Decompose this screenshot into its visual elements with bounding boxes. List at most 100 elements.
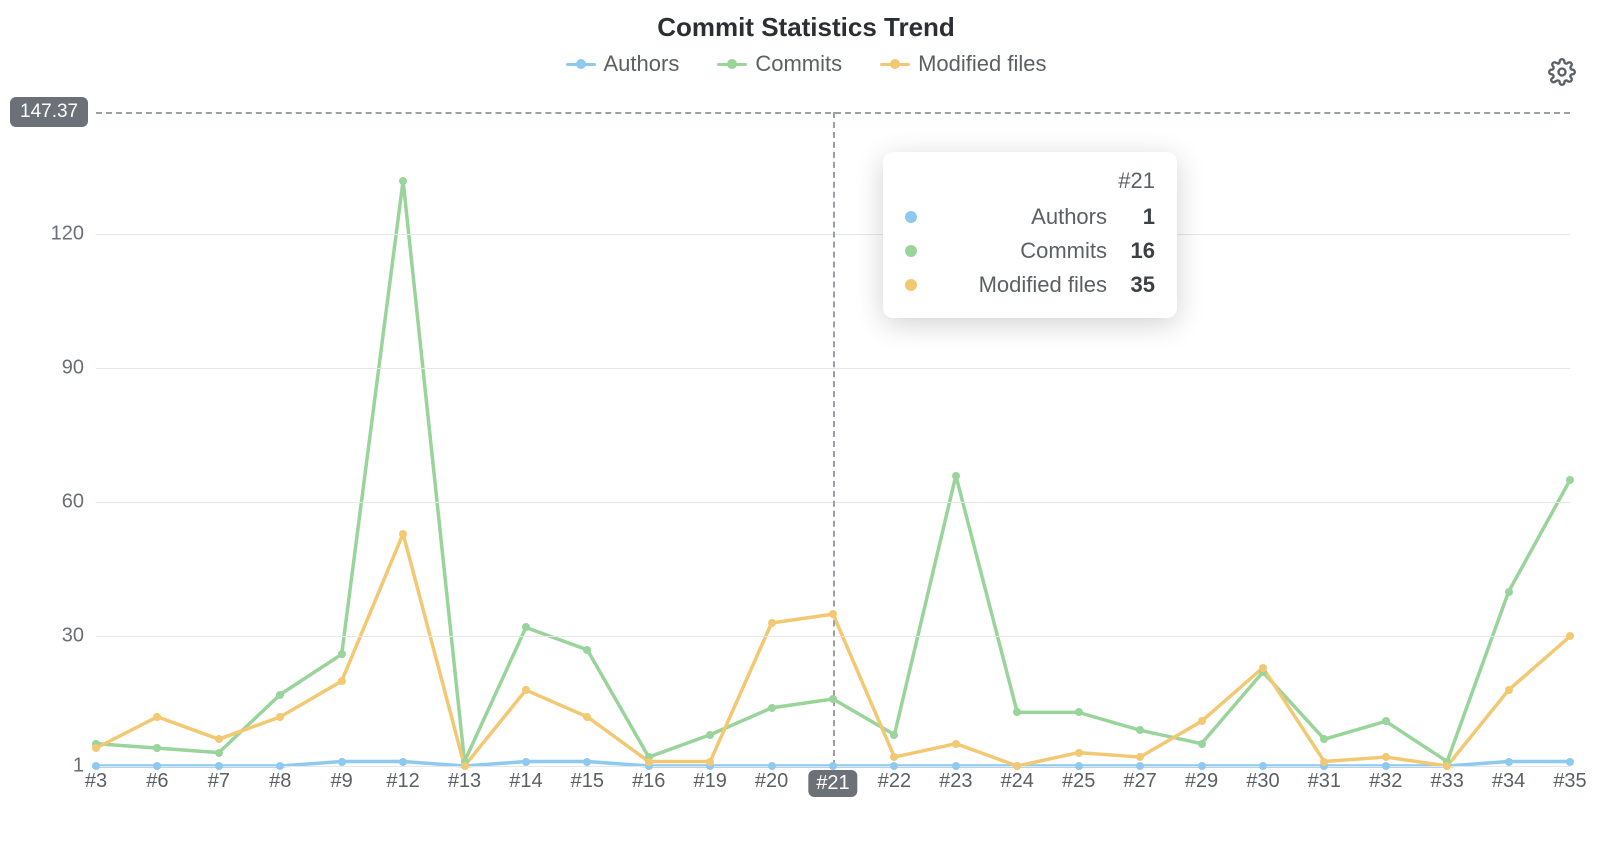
hover-vertical-line <box>833 112 835 766</box>
data-point[interactable] <box>890 762 898 770</box>
x-tick-label: #19 <box>693 770 726 793</box>
data-point[interactable] <box>706 731 714 739</box>
chart-legend: Authors Commits Modified files <box>0 51 1612 77</box>
x-tick-label: #21 <box>808 770 857 797</box>
data-point[interactable] <box>1505 686 1513 694</box>
data-point[interactable] <box>1198 717 1206 725</box>
data-point[interactable] <box>1075 762 1083 770</box>
data-point[interactable] <box>215 749 223 757</box>
data-point[interactable] <box>829 762 837 770</box>
x-tick-label: #32 <box>1369 770 1402 793</box>
tooltip-value: 16 <box>1121 238 1155 264</box>
data-point[interactable] <box>829 695 837 703</box>
data-point[interactable] <box>522 758 530 766</box>
data-point[interactable] <box>399 530 407 538</box>
data-point[interactable] <box>153 762 161 770</box>
legend-item-commits[interactable]: Commits <box>717 51 842 77</box>
data-point[interactable] <box>522 686 530 694</box>
data-point[interactable] <box>276 713 284 721</box>
mean-badge: 147.37 <box>10 97 88 127</box>
x-tick-label: #7 <box>208 770 230 793</box>
data-point[interactable] <box>768 704 776 712</box>
data-point[interactable] <box>215 762 223 770</box>
tooltip-value: 1 <box>1121 204 1155 230</box>
data-point[interactable] <box>92 744 100 752</box>
data-point[interactable] <box>399 758 407 766</box>
x-tick-label: #12 <box>386 770 419 793</box>
data-point[interactable] <box>768 619 776 627</box>
data-point[interactable] <box>1075 749 1083 757</box>
data-point[interactable] <box>92 762 100 770</box>
data-point[interactable] <box>338 677 346 685</box>
data-point[interactable] <box>1259 762 1267 770</box>
data-point[interactable] <box>952 762 960 770</box>
data-point[interactable] <box>1259 664 1267 672</box>
data-point[interactable] <box>1013 708 1021 716</box>
data-point[interactable] <box>276 762 284 770</box>
data-point[interactable] <box>1443 762 1451 770</box>
x-tick-label: #29 <box>1185 770 1218 793</box>
data-point[interactable] <box>1075 708 1083 716</box>
data-point[interactable] <box>1382 753 1390 761</box>
chart-plot-area[interactable]: #3#6#7#8#9#12#13#14#15#16#19#20#21#22#23… <box>96 112 1570 766</box>
tooltip-swatch <box>905 211 917 223</box>
data-point[interactable] <box>1382 762 1390 770</box>
data-point[interactable] <box>645 758 653 766</box>
chart-tooltip: #21Authors1Commits16Modified files35 <box>883 152 1177 318</box>
data-point[interactable] <box>153 744 161 752</box>
gear-icon <box>1548 73 1576 90</box>
tooltip-title: #21 <box>905 168 1155 194</box>
data-point[interactable] <box>1136 762 1144 770</box>
data-point[interactable] <box>829 610 837 618</box>
x-tick-label: #35 <box>1553 770 1586 793</box>
legend-item-modified[interactable]: Modified files <box>880 51 1046 77</box>
data-point[interactable] <box>768 762 776 770</box>
data-point[interactable] <box>952 740 960 748</box>
data-point[interactable] <box>215 735 223 743</box>
y-tick-label: 1 <box>73 755 84 778</box>
data-point[interactable] <box>706 758 714 766</box>
data-point[interactable] <box>461 762 469 770</box>
data-point[interactable] <box>890 753 898 761</box>
tooltip-swatch <box>905 245 917 257</box>
tooltip-value: 35 <box>1121 272 1155 298</box>
data-point[interactable] <box>890 731 898 739</box>
data-point[interactable] <box>583 646 591 654</box>
data-point[interactable] <box>1320 735 1328 743</box>
y-tick-label: 30 <box>62 625 84 648</box>
x-tick-label: #20 <box>755 770 788 793</box>
data-point[interactable] <box>338 758 346 766</box>
data-point[interactable] <box>153 713 161 721</box>
x-tick-label: #23 <box>939 770 972 793</box>
data-point[interactable] <box>1320 758 1328 766</box>
tooltip-row: Authors 1 <box>905 200 1155 234</box>
data-point[interactable] <box>1566 632 1574 640</box>
data-point[interactable] <box>1382 717 1390 725</box>
data-point[interactable] <box>1505 758 1513 766</box>
data-point[interactable] <box>399 177 407 185</box>
data-point[interactable] <box>1136 726 1144 734</box>
x-tick-label: #3 <box>85 770 107 793</box>
data-point[interactable] <box>1198 762 1206 770</box>
data-point[interactable] <box>952 472 960 480</box>
tooltip-row: Commits16 <box>905 234 1155 268</box>
data-point[interactable] <box>1505 588 1513 596</box>
data-point[interactable] <box>338 650 346 658</box>
data-point[interactable] <box>1566 476 1574 484</box>
chart-title: Commit Statistics Trend <box>0 0 1612 43</box>
data-point[interactable] <box>1013 762 1021 770</box>
legend-item-authors[interactable]: Authors <box>566 51 680 77</box>
x-tick-label: #8 <box>269 770 291 793</box>
data-point[interactable] <box>1198 740 1206 748</box>
data-point[interactable] <box>276 691 284 699</box>
data-point[interactable] <box>583 713 591 721</box>
x-tick-label: #33 <box>1430 770 1463 793</box>
settings-button[interactable] <box>1548 58 1576 91</box>
data-point[interactable] <box>1566 758 1574 766</box>
data-point[interactable] <box>583 758 591 766</box>
x-tick-label: #30 <box>1246 770 1279 793</box>
x-tick-label: #27 <box>1123 770 1156 793</box>
data-point[interactable] <box>522 623 530 631</box>
data-point[interactable] <box>1136 753 1144 761</box>
tooltip-label: Authors <box>931 204 1107 230</box>
